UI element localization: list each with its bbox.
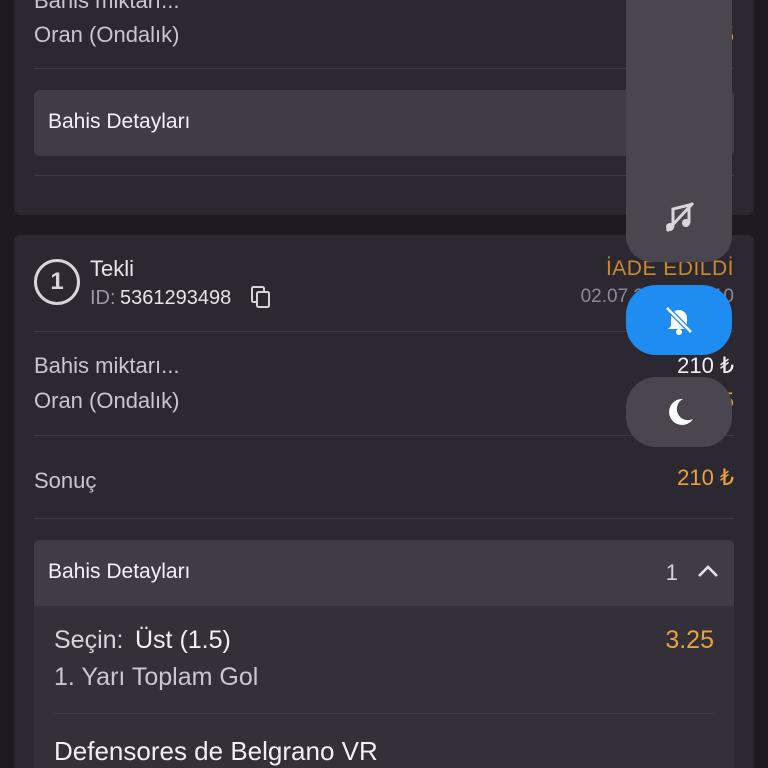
ticket-id: 5361293498 bbox=[120, 287, 232, 309]
selection-prefix: Seçin: bbox=[54, 626, 124, 654]
dark-mode-button[interactable] bbox=[626, 377, 732, 447]
odds-label: Oran (Ondalık) bbox=[34, 22, 180, 47]
ticket-number-badge: 1 bbox=[34, 259, 80, 305]
ticket-type: Tekli bbox=[90, 256, 135, 281]
divider bbox=[54, 713, 714, 714]
bet-history-page: Bahis miktarı... Oran (Ondalık) 5 Bahis … bbox=[0, 0, 768, 768]
notifications-off-button[interactable] bbox=[626, 285, 732, 355]
bet-details-title: Bahis Detayları bbox=[48, 110, 191, 133]
selection-value: Üst (1.5) bbox=[135, 626, 231, 654]
divider bbox=[34, 435, 734, 436]
ticket-id-label: ID: bbox=[90, 287, 116, 309]
music-off-button[interactable] bbox=[626, 182, 732, 252]
result-label: Sonuç bbox=[34, 468, 97, 493]
market-name: 1. Yarı Toplam Gol bbox=[54, 663, 259, 691]
bet-amount-value: 210 ₺ bbox=[677, 353, 734, 378]
bet-details-title: Bahis Detayları bbox=[48, 560, 191, 583]
event-name: Defensores de Belgrano VR bbox=[54, 736, 378, 766]
divider bbox=[34, 518, 734, 519]
bet-amount-label: Bahis miktarı... bbox=[34, 0, 180, 13]
moon-icon bbox=[669, 398, 693, 425]
result-value: 210 ₺ bbox=[677, 465, 734, 490]
bell-off-icon bbox=[665, 306, 693, 335]
chevron-up-icon[interactable] bbox=[696, 562, 720, 580]
copy-icon[interactable] bbox=[250, 285, 272, 309]
bet-details-body: Seçin: Üst (1.5) 3.25 1. Yarı Toplam Gol… bbox=[34, 606, 734, 768]
bet-amount-label: Bahis miktarı... bbox=[34, 353, 180, 378]
music-off-icon bbox=[665, 201, 695, 233]
bet-details-count: 1 bbox=[665, 560, 678, 585]
selection-odds: 3.25 bbox=[665, 626, 714, 654]
odds-label: Oran (Ondalık) bbox=[34, 388, 180, 413]
bet-details-toggle[interactable]: Bahis Detayları 1 bbox=[34, 540, 734, 606]
